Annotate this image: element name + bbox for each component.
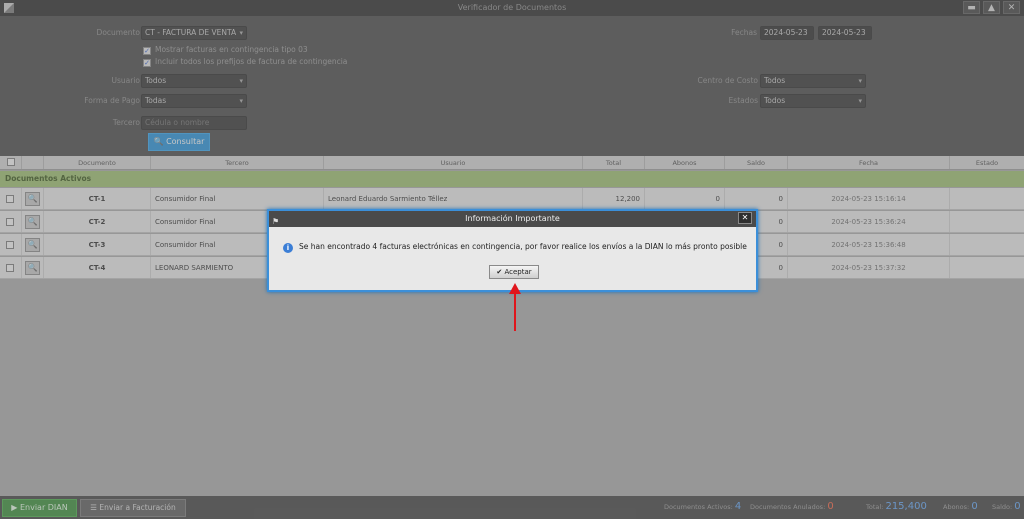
dialog-close-button[interactable]: ✕ — [738, 212, 752, 224]
info-icon: i — [283, 243, 293, 253]
info-dialog: ⚑ Información Importante ✕ i Se han encon… — [267, 209, 758, 292]
flag-icon: ⚑ — [272, 217, 280, 226]
dialog-titlebar: ⚑ Información Importante ✕ — [269, 211, 756, 227]
aceptar-button[interactable]: ✔ Aceptar — [489, 265, 539, 279]
dialog-message: i Se han encontrado 4 facturas electrónic… — [283, 242, 747, 253]
checkmark-icon: ✔ — [496, 268, 503, 276]
red-arrow-annotation — [509, 283, 521, 331]
dialog-title: Información Importante — [465, 214, 560, 223]
